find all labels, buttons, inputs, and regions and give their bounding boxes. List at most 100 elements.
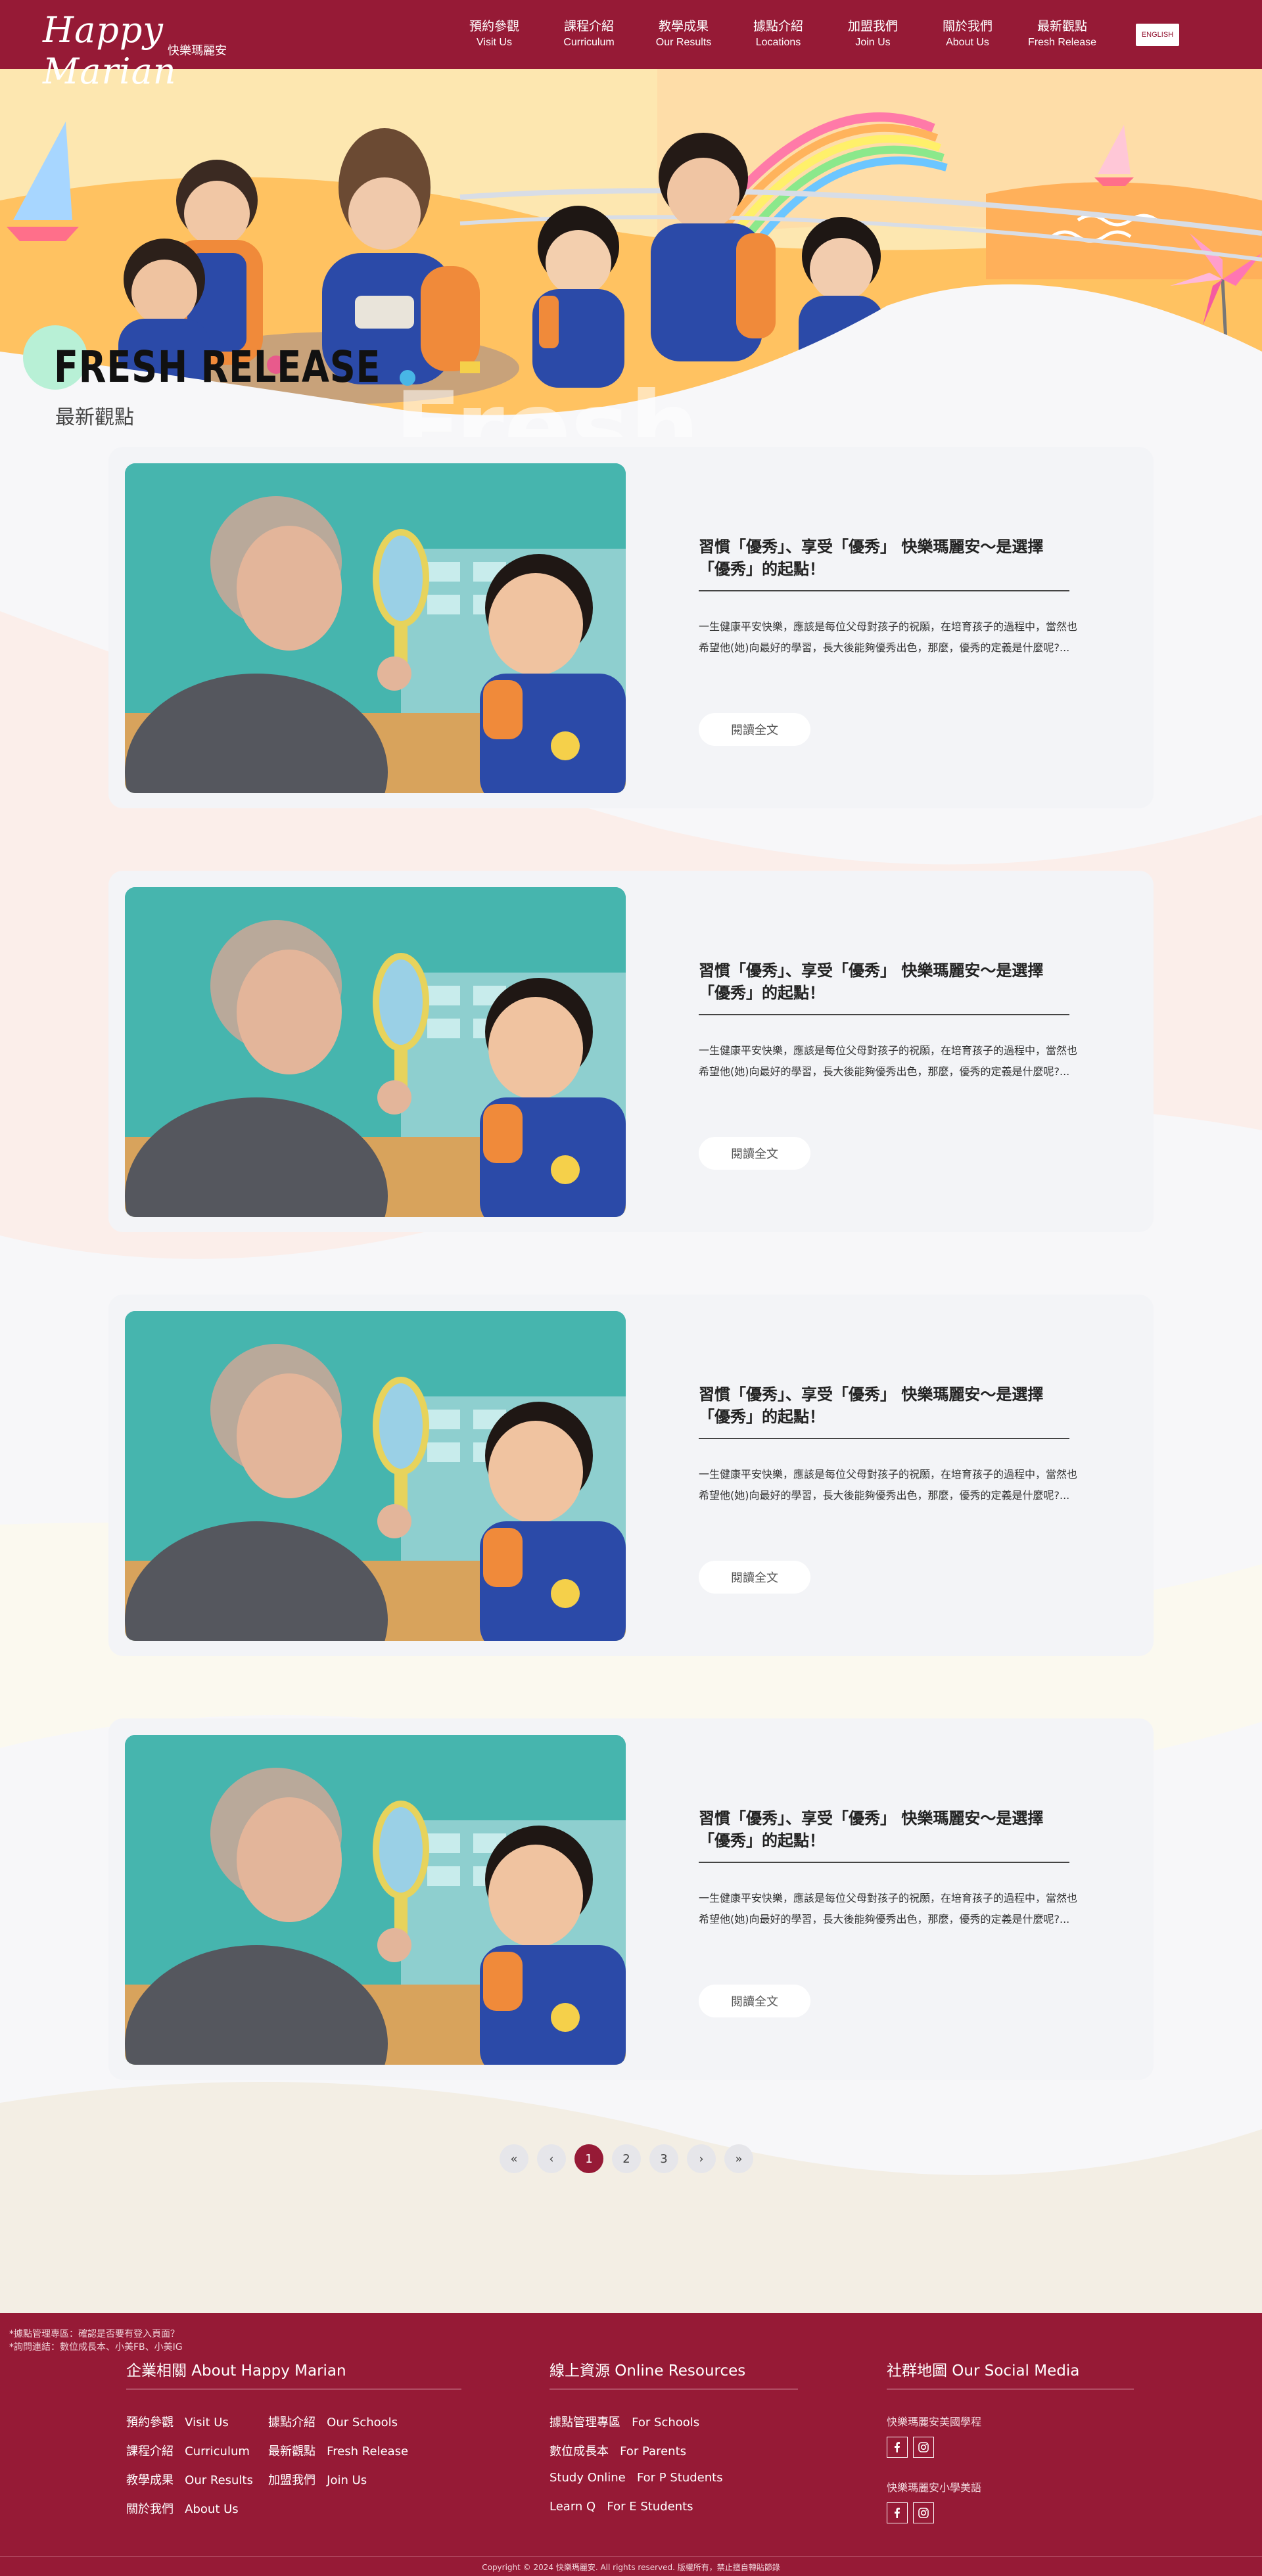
- next-page-button[interactable]: ›: [687, 2144, 716, 2173]
- menu-label-en: About Us: [946, 37, 989, 48]
- social-group-label: 快樂瑪麗安小學美語: [887, 2481, 982, 2494]
- first-page-button[interactable]: «: [500, 2144, 528, 2173]
- footer-link-our-results[interactable]: 教學成果 Our Results: [126, 2471, 253, 2488]
- article-image[interactable]: [125, 463, 626, 793]
- menu-item-join-us[interactable]: 加盟我們 Join Us: [826, 17, 920, 50]
- hero-banner: Fresh FRESH RELEASE 最新觀點: [0, 69, 1262, 437]
- read-more-button[interactable]: 閱讀全文: [699, 1137, 810, 1170]
- title-divider: [699, 1438, 1069, 1439]
- title-divider: [699, 590, 1069, 591]
- footer-link-en: For E Students: [607, 2500, 693, 2514]
- footer-link-en: Curriculum: [185, 2445, 250, 2458]
- footer-note: *詢問連結：數位成長本、小美FB、小美IG: [9, 2342, 183, 2353]
- menu-label-en: Our Results: [655, 37, 712, 48]
- instagram-icon[interactable]: [913, 2502, 934, 2523]
- title-divider: [699, 1014, 1069, 1015]
- footer-link-join-us[interactable]: 加盟我們 Join Us: [268, 2471, 367, 2488]
- menu-label-en: Fresh Release: [1027, 37, 1097, 48]
- footer-link-study-online[interactable]: Study Online For P Students: [549, 2471, 723, 2485]
- article-photo: [125, 463, 626, 793]
- pagination: « ‹ 1 2 3 › »: [500, 2144, 753, 2173]
- menu-item-our-results[interactable]: 教學成果 Our Results: [636, 17, 731, 50]
- language-switch-button[interactable]: ENGLISH: [1136, 24, 1179, 46]
- footer-link-zh: 據點管理專區: [549, 2416, 620, 2429]
- article-title[interactable]: 習慣「優秀」、享受「優秀」 快樂瑪麗安～是選擇「優秀」的起點！: [699, 536, 1067, 580]
- footer-link-about-us[interactable]: 關於我們 About Us: [126, 2500, 239, 2517]
- footer-link-zh: 教學成果: [126, 2473, 174, 2487]
- footer-link-visit-us[interactable]: 預約參觀 Visit Us: [126, 2413, 229, 2430]
- article-card[interactable]: 習慣「優秀」、享受「優秀」 快樂瑪麗安～是選擇「優秀」的起點！ 一生健康平安快樂…: [108, 447, 1154, 808]
- footer-link-zh: Study Online: [549, 2471, 626, 2485]
- article-excerpt: 一生健康平安快樂，應該是每位父母對孩子的祝願，在培育孩子的過程中，當然也希望他(…: [699, 1044, 1078, 1078]
- main-menu: 預約參觀 Visit Us 課程介紹 Curriculum 教學成果 Our R…: [447, 17, 1110, 50]
- footer-link-fresh-release[interactable]: 最新觀點 Fresh Release: [268, 2442, 408, 2459]
- menu-label-en: Join Us: [855, 37, 891, 48]
- page-button-2[interactable]: 2: [612, 2144, 641, 2173]
- footer-social-title: 社群地圖 Our Social Media: [887, 2362, 1080, 2380]
- page-button-1[interactable]: 1: [574, 2144, 603, 2173]
- footer-note: *據點管理專區：確認是否要有登入頁面？: [9, 2329, 179, 2339]
- facebook-icon[interactable]: [887, 2437, 908, 2458]
- menu-label-zh: 關於我們: [942, 19, 993, 34]
- article-image[interactable]: [125, 1735, 626, 2065]
- article-image[interactable]: [125, 1311, 626, 1641]
- read-more-button[interactable]: 閱讀全文: [699, 1561, 810, 1594]
- footer-link-en: For P Students: [636, 2471, 723, 2485]
- page-title: FRESH RELEASE: [54, 342, 381, 392]
- footer-link-en: About Us: [185, 2502, 239, 2516]
- footer-link-zh: Learn Q: [549, 2500, 596, 2514]
- menu-item-about-us[interactable]: 關於我們 About Us: [920, 17, 1015, 50]
- footer-link-en: Fresh Release: [327, 2445, 409, 2458]
- footer-bottom-divider: [0, 2556, 1262, 2557]
- menu-item-visit-us[interactable]: 預約參觀 Visit Us: [447, 17, 542, 50]
- menu-item-curriculum[interactable]: 課程介紹 Curriculum: [542, 17, 636, 50]
- footer-link-zh: 據點介紹: [268, 2416, 316, 2429]
- article-card[interactable]: 習慣「優秀」、享受「優秀」 快樂瑪麗安～是選擇「優秀」的起點！ 一生健康平安快樂…: [108, 1295, 1154, 1656]
- menu-label-zh: 教學成果: [658, 19, 709, 34]
- footer-link-en: For Parents: [620, 2445, 687, 2458]
- footer-link-learn-q[interactable]: Learn Q For E Students: [549, 2500, 693, 2514]
- footer-link-zh: 預約參觀: [126, 2416, 174, 2429]
- footer-link-for-schools[interactable]: 據點管理專區 For Schools: [549, 2413, 699, 2430]
- article-photo: [125, 1311, 626, 1641]
- article-title[interactable]: 習慣「優秀」、享受「優秀」 快樂瑪麗安～是選擇「優秀」的起點！: [699, 1807, 1067, 1852]
- social-group-label: 快樂瑪麗安美國學程: [887, 2416, 982, 2428]
- copyright-text: Copyright © 2024 快樂瑪麗安. All rights reser…: [482, 2563, 780, 2572]
- menu-label-en: Curriculum: [563, 37, 615, 48]
- read-more-button[interactable]: 閱讀全文: [699, 713, 810, 746]
- last-page-button[interactable]: »: [724, 2144, 753, 2173]
- instagram-icon[interactable]: [913, 2437, 934, 2458]
- menu-item-fresh-release[interactable]: 最新觀點 Fresh Release: [1015, 17, 1110, 50]
- article-card[interactable]: 習慣「優秀」、享受「優秀」 快樂瑪麗安～是選擇「優秀」的起點！ 一生健康平安快樂…: [108, 1718, 1154, 2080]
- footer-link-our-schools[interactable]: 據點介紹 Our Schools: [268, 2413, 398, 2430]
- article-image[interactable]: [125, 887, 626, 1217]
- footer-link-en: Our Schools: [327, 2416, 398, 2429]
- footer-link-zh: 關於我們: [126, 2502, 174, 2516]
- title-divider: [699, 1862, 1069, 1863]
- prev-page-button[interactable]: ‹: [537, 2144, 566, 2173]
- footer-link-curriculum[interactable]: 課程介紹 Curriculum: [126, 2442, 250, 2459]
- logo-text-zh: 快樂瑪麗安: [168, 44, 227, 58]
- article-title[interactable]: 習慣「優秀」、享受「優秀」 快樂瑪麗安～是選擇「優秀」的起點！: [699, 959, 1067, 1004]
- footer-link-en: Join Us: [327, 2473, 367, 2487]
- menu-label-zh: 課程介紹: [563, 19, 614, 34]
- menu-item-locations[interactable]: 據點介紹 Locations: [731, 17, 826, 50]
- logo[interactable]: Happy Marian 快樂瑪麗安: [43, 9, 233, 92]
- article-title[interactable]: 習慣「優秀」、享受「優秀」 快樂瑪麗安～是選擇「優秀」的起點！: [699, 1383, 1067, 1428]
- page-button-3[interactable]: 3: [649, 2144, 678, 2173]
- top-navbar: Happy Marian 快樂瑪麗安 預約參觀 Visit Us 課程介紹 Cu…: [0, 0, 1262, 92]
- menu-label-en: Locations: [755, 37, 801, 48]
- facebook-icon[interactable]: [887, 2502, 908, 2523]
- menu-label-en: Visit Us: [477, 37, 512, 48]
- article-photo: [125, 1735, 626, 2065]
- footer-link-zh: 最新觀點: [268, 2445, 316, 2458]
- menu-label-zh: 據點介紹: [753, 19, 803, 34]
- article-excerpt: 一生健康平安快樂，應該是每位父母對孩子的祝願，在培育孩子的過程中，當然也希望他(…: [699, 620, 1078, 654]
- footer-notes: *據點管理專區：確認是否要有登入頁面？ *詢問連結：數位成長本、小美FB、小美I…: [9, 2328, 183, 2354]
- article-card[interactable]: 習慣「優秀」、享受「優秀」 快樂瑪麗安～是選擇「優秀」的起點！ 一生健康平安快樂…: [108, 871, 1154, 1232]
- footer-link-en: For Schools: [632, 2416, 700, 2429]
- menu-label-zh: 預約參觀: [469, 19, 519, 34]
- read-more-button[interactable]: 閱讀全文: [699, 1985, 810, 2017]
- footer-link-for-parents[interactable]: 數位成長本 For Parents: [549, 2442, 686, 2459]
- footer-link-zh: 課程介紹: [126, 2445, 174, 2458]
